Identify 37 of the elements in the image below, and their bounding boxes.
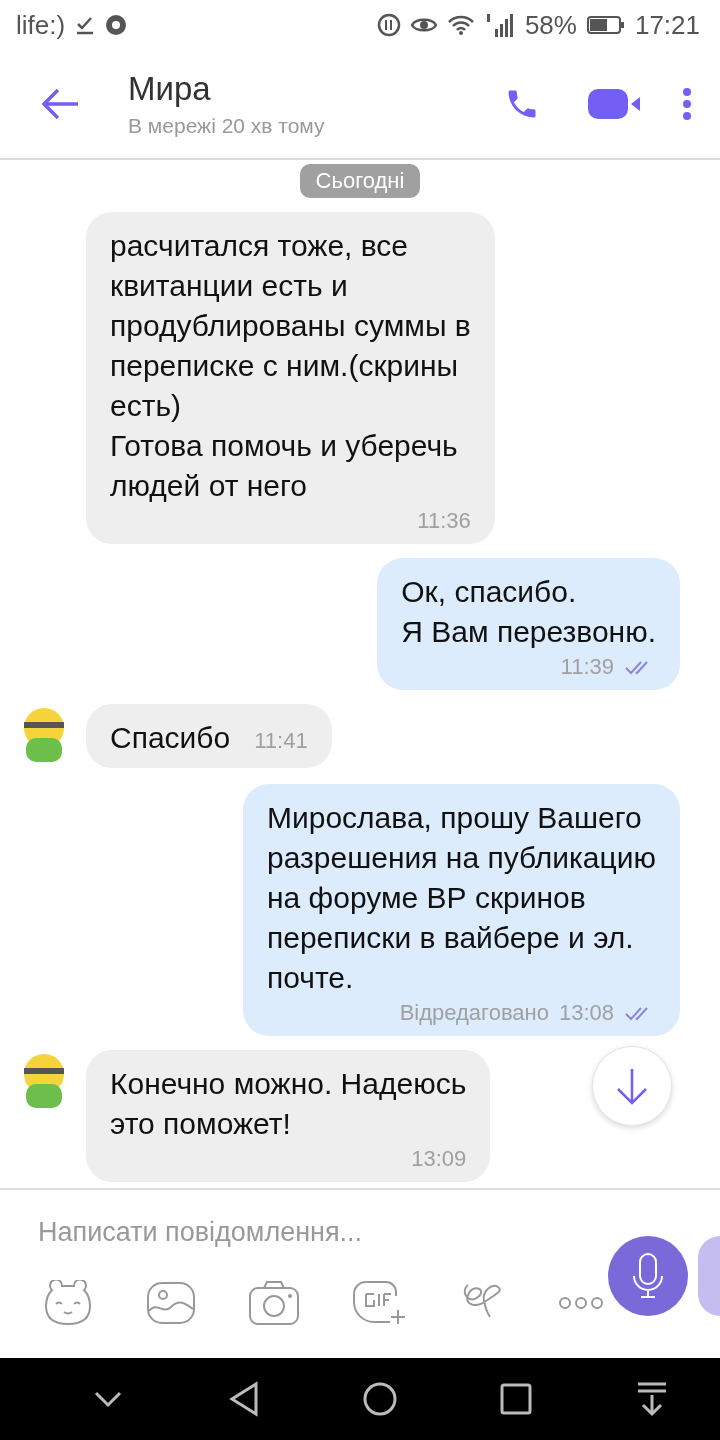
contact-name: Мира xyxy=(128,70,212,108)
browser-icon xyxy=(105,14,128,36)
square-recents-icon xyxy=(500,1383,532,1415)
message-text: Спасибо xyxy=(110,720,231,756)
message-text: Мирослава, прошу Вашего разрешения на публикацию на форуме ВР скринов переписки в вайбере и эл. почте. xyxy=(267,800,656,996)
battery-percent: 58% xyxy=(524,9,577,41)
message-bubble[interactable]: расчитался тоже, все квитанции есть и продублированы суммы в переписке с ним.(скрины есть) Готова помочь и уберечь людей от него 11:36 xyxy=(86,212,495,544)
wifi-icon xyxy=(446,14,475,36)
chevron-down-icon xyxy=(93,1390,123,1408)
message-text: расчитался тоже, все квитанции есть и продублированы суммы в переписке с ним.(скрины есть) Готова помочь и уберечь людей от него xyxy=(110,228,471,504)
edited-label: Відредаговано xyxy=(399,1000,549,1026)
pull-down-icon xyxy=(635,1381,669,1417)
arrow-down-icon xyxy=(614,1066,650,1106)
message-bubble[interactable]: Мирослава, прошу Вашего разрешения на публикацию на форуме ВР скринов переписки в вайбере и эл. почте. Відредаговано 13:08 xyxy=(243,784,680,1036)
date-separator: Сьогодні xyxy=(299,164,421,198)
microphone-icon xyxy=(631,1252,665,1300)
message-text: Ок, спасибо. Я Вам перезвоню. xyxy=(401,574,656,650)
message-time: 11:39 xyxy=(560,654,614,680)
triangle-back-icon xyxy=(228,1381,260,1417)
message-bubble[interactable]: Конечно можно. Надеюсь это поможет! 13:09 xyxy=(86,1050,491,1182)
more-menu-icon xyxy=(682,87,692,121)
last-seen-status: В мережі 20 хв тому xyxy=(128,114,326,138)
message-time: 11:41 xyxy=(254,728,308,754)
signal-icon xyxy=(484,13,515,37)
message-bubble[interactable]: Спасибо 11:41 xyxy=(86,704,332,768)
scroll-down-button[interactable] xyxy=(592,1046,672,1126)
message-time: 11:36 xyxy=(417,508,471,534)
battery-icon xyxy=(586,15,625,35)
carrier-label: life:) xyxy=(16,9,66,41)
circle-home-icon xyxy=(362,1381,398,1417)
message-text: Конечно можно. Надеюсь это поможет! xyxy=(110,1066,467,1142)
message-time: 13:08 xyxy=(558,1000,614,1026)
clock-time: 17:21 xyxy=(634,9,700,41)
data-saver-icon xyxy=(376,13,401,37)
message-time: 13:09 xyxy=(411,1146,467,1172)
download-done-icon xyxy=(75,15,96,35)
message-bubble[interactable]: Ок, спасибо. Я Вам перезвоню. 11:39 xyxy=(377,558,680,690)
